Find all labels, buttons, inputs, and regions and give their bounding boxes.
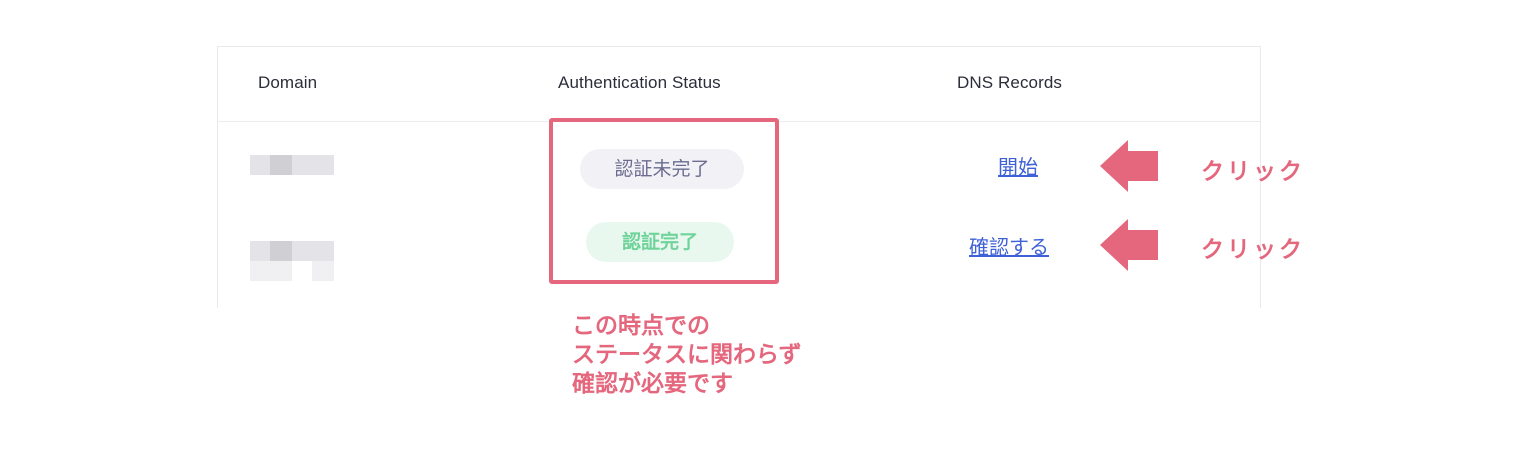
note-line: ステータスに関わらず bbox=[572, 342, 802, 368]
status-highlight-box bbox=[549, 118, 779, 284]
click-annotation: クリック bbox=[1201, 159, 1305, 185]
table-header: Domain Authentication Status DNS Records bbox=[218, 47, 1260, 122]
left-arrow-icon bbox=[1100, 140, 1158, 192]
header-domain: Domain bbox=[258, 73, 318, 92]
note-line: 確認が必要です bbox=[572, 371, 733, 397]
left-arrow-icon bbox=[1100, 219, 1158, 271]
confirm-link[interactable]: 確認する bbox=[969, 231, 1049, 260]
header-dns-records: DNS Records bbox=[957, 73, 1063, 92]
header-authentication-status: Authentication Status bbox=[558, 73, 721, 92]
note-line: この時点での bbox=[572, 313, 710, 339]
status-note: この時点での ステータスに関わらず 確認が必要です bbox=[572, 312, 802, 399]
click-annotation: クリック bbox=[1201, 237, 1305, 263]
start-link[interactable]: 開始 bbox=[998, 151, 1038, 180]
